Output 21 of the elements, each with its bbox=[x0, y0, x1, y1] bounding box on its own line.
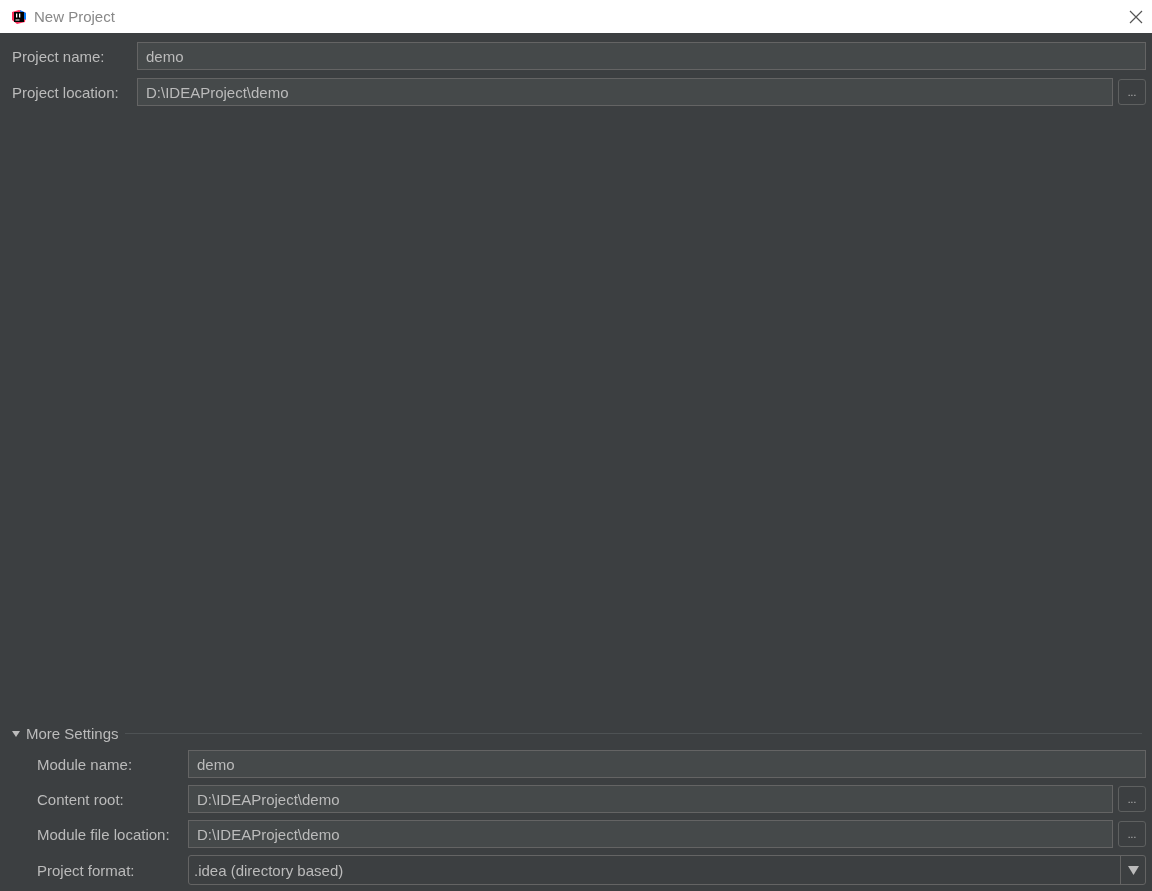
input-field[interactable]: demo bbox=[137, 42, 1146, 70]
field-label: Project format: bbox=[37, 861, 136, 879]
app-logo-icon bbox=[11, 8, 27, 25]
browse-button[interactable]: ... bbox=[1118, 786, 1146, 812]
input-field[interactable]: D:\IDEAProject\demo bbox=[188, 785, 1113, 813]
input-field[interactable]: D:\IDEAProject\demo bbox=[188, 820, 1113, 848]
field-label: Module file location: bbox=[37, 825, 171, 843]
window-title: New Project bbox=[34, 8, 115, 25]
field-label: Module name: bbox=[37, 755, 134, 773]
close-icon[interactable] bbox=[1129, 9, 1143, 24]
dropdown[interactable]: .idea (directory based) bbox=[188, 855, 1146, 885]
input-field[interactable]: D:\IDEAProject\demo bbox=[137, 78, 1113, 106]
caret-icon bbox=[1127, 865, 1139, 875]
browse-button[interactable]: ... bbox=[1118, 821, 1146, 847]
caret-icon bbox=[12, 729, 20, 738]
field-label: Content root: bbox=[37, 790, 125, 808]
field-label: Project name: bbox=[12, 47, 106, 65]
input-field[interactable]: demo bbox=[188, 750, 1146, 778]
more-settings-toggle[interactable]: More Settings bbox=[12, 725, 119, 742]
field-label: Project location: bbox=[12, 83, 120, 101]
browse-button[interactable]: ... bbox=[1118, 79, 1146, 105]
